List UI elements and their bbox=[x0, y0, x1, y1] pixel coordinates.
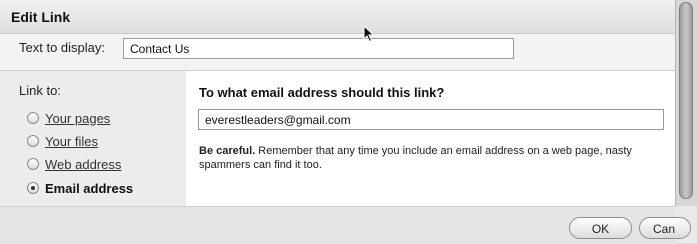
option-your-pages[interactable]: Your pages bbox=[27, 109, 110, 127]
email-panel: To what email address should this link? … bbox=[186, 71, 675, 206]
display-text-section: Text to display: bbox=[0, 34, 675, 71]
ok-button[interactable]: OK bbox=[569, 217, 632, 239]
email-question-heading: To what email address should this link? bbox=[199, 85, 445, 100]
option-email-address[interactable]: Email address bbox=[27, 179, 133, 197]
radio-your-files[interactable] bbox=[27, 135, 39, 147]
option-label-web-address[interactable]: Web address bbox=[45, 157, 121, 172]
dialog-title: Edit Link bbox=[11, 9, 71, 25]
option-label-your-files[interactable]: Your files bbox=[45, 134, 98, 149]
cancel-button[interactable]: Can bbox=[639, 217, 691, 239]
radio-your-pages[interactable] bbox=[27, 112, 39, 124]
link-type-panel: Link to: Your pages Your files Web addre… bbox=[0, 71, 186, 206]
radio-web-address[interactable] bbox=[27, 158, 39, 170]
mouse-pointer-icon bbox=[363, 25, 375, 43]
link-to-label: Link to: bbox=[19, 83, 61, 98]
spam-warning: Be careful. Remember that any time you i… bbox=[199, 144, 665, 172]
radio-email-address[interactable] bbox=[27, 182, 39, 194]
text-to-display-input[interactable] bbox=[123, 38, 514, 59]
email-address-input[interactable] bbox=[198, 109, 664, 130]
option-web-address[interactable]: Web address bbox=[27, 155, 121, 173]
option-label-email-address[interactable]: Email address bbox=[45, 181, 133, 196]
warning-bold: Be careful. bbox=[199, 145, 256, 157]
option-your-files[interactable]: Your files bbox=[27, 132, 98, 150]
vertical-scrollbar[interactable] bbox=[675, 0, 697, 206]
scrollbar-thumb[interactable] bbox=[679, 2, 693, 199]
button-bar: OK Can bbox=[0, 206, 691, 244]
text-to-display-label: Text to display: bbox=[19, 40, 105, 55]
option-label-your-pages[interactable]: Your pages bbox=[45, 111, 110, 126]
warning-text: Remember that any time you include an em… bbox=[199, 145, 632, 171]
title-bar: Edit Link bbox=[0, 0, 675, 34]
edit-link-dialog: Edit Link Text to display: Link to: Your… bbox=[0, 0, 697, 244]
